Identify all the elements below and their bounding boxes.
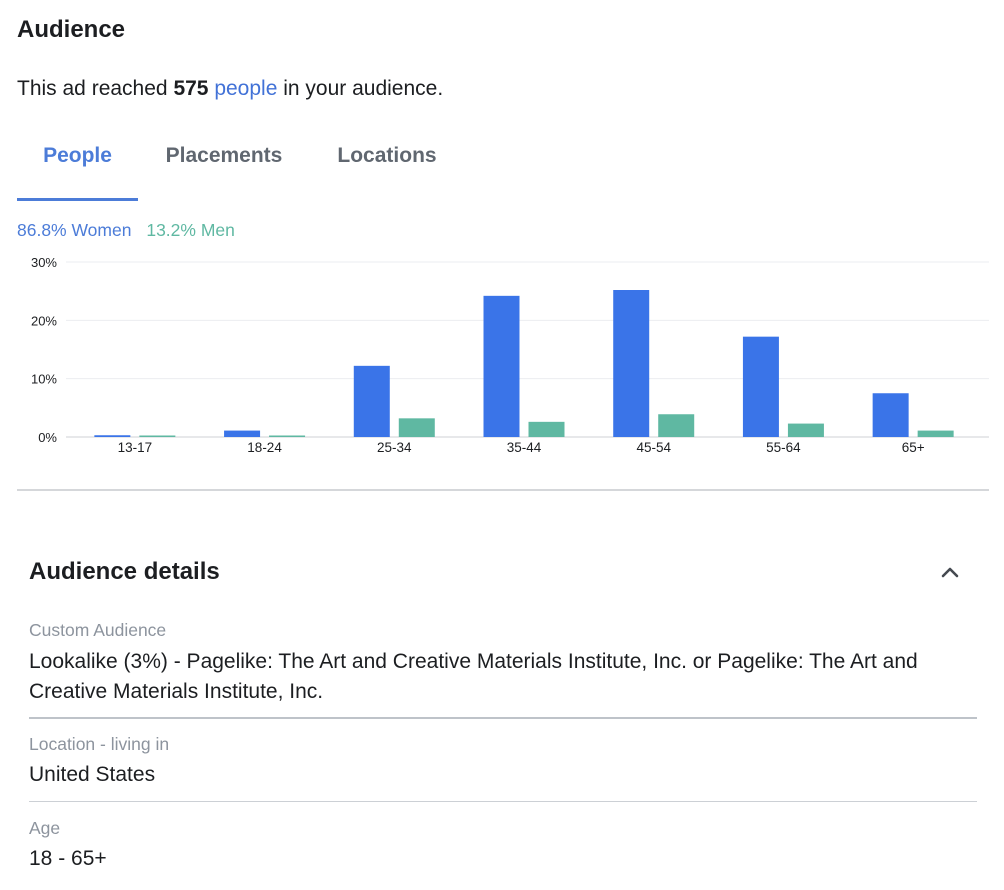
x-tick-label: 35-44 <box>507 440 542 455</box>
bar <box>353 365 390 437</box>
bar <box>398 418 435 437</box>
tab-placements[interactable]: Placements <box>147 130 301 198</box>
reach-summary: This ad reached 575 people in your audie… <box>17 77 443 101</box>
location-value: United States <box>29 763 156 786</box>
bar <box>269 435 306 437</box>
custom-audience-value: Lookalike (3%) - Pagelike: The Art and C… <box>29 650 918 703</box>
tab-people[interactable]: People <box>17 130 138 201</box>
tab-bar: People Placements Locations <box>17 130 989 202</box>
bar <box>613 290 650 437</box>
age-gender-chart: 0% 10% 20% 30% 13-17 18-24 25-34 35-44 45-54 55-6… <box>31 255 989 455</box>
bar <box>483 295 520 437</box>
age-label: Age <box>29 818 61 838</box>
legend-women: 86.8% Women <box>17 220 132 240</box>
bar <box>787 423 824 437</box>
x-tick-label: 13-17 <box>118 440 153 455</box>
age-value: 18 - 65+ <box>29 847 107 870</box>
gender-legend: 86.8% Women 13.2% Men <box>17 220 235 241</box>
x-tick-label: 18-24 <box>247 440 282 455</box>
people-link[interactable]: people <box>214 77 277 100</box>
y-tick-label: 30% <box>31 255 57 270</box>
y-tick-label: 10% <box>31 372 57 387</box>
audience-details-title: Audience details <box>29 558 220 585</box>
bar <box>224 430 261 437</box>
bar <box>742 336 779 437</box>
reach-suffix: in your audience. <box>283 77 444 100</box>
y-tick-label: 0% <box>38 430 57 445</box>
bar <box>658 414 695 437</box>
x-tick-label: 65+ <box>902 440 925 455</box>
bar <box>139 435 176 437</box>
x-tick-label: 45-54 <box>636 440 671 455</box>
y-tick-label: 20% <box>31 313 57 328</box>
x-tick-label: 25-34 <box>377 440 412 455</box>
custom-audience-label: Custom Audience <box>29 620 167 640</box>
bar <box>528 421 565 437</box>
reach-prefix: This ad reached <box>17 77 168 100</box>
bar <box>917 430 954 437</box>
field-divider <box>29 717 977 719</box>
location-label: Location - living in <box>29 734 170 754</box>
x-tick-label: 55-64 <box>766 440 801 455</box>
legend-men: 13.2% Men <box>146 220 235 240</box>
bar <box>872 393 909 437</box>
reach-count: 575 <box>173 77 209 100</box>
chevron-up-icon[interactable] <box>936 560 964 584</box>
section-divider <box>17 489 989 491</box>
page-title: Audience <box>17 16 126 43</box>
tab-locations[interactable]: Locations <box>319 130 455 198</box>
field-divider <box>29 801 977 802</box>
bar <box>94 435 131 437</box>
